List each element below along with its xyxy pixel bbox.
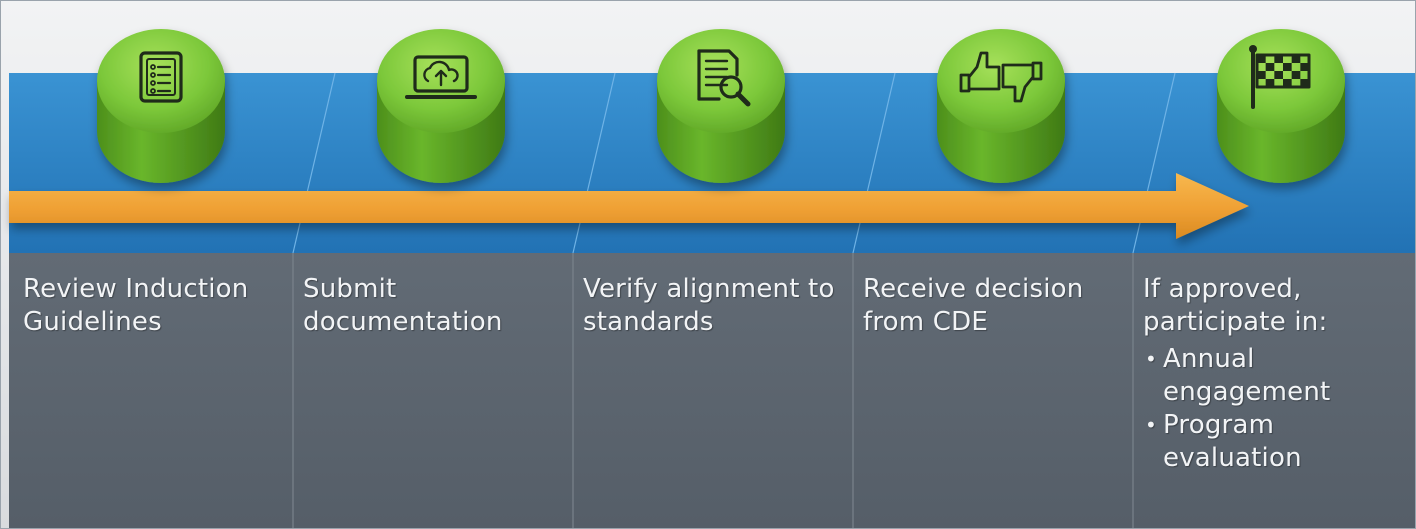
step-title: Receive decision from CDE (863, 274, 1084, 337)
step-title: Review Induction Guidelines (23, 274, 249, 337)
step-label: Verify alignment to standards (583, 273, 845, 339)
bullet-dot-icon: • (1145, 347, 1157, 371)
step-puck (1217, 29, 1345, 183)
bullet-dot-icon: • (1145, 413, 1157, 437)
step-bullet-text: Annual engagement (1163, 344, 1331, 407)
step-label: If approved, participate in: • Annual enga… (1143, 273, 1405, 475)
step-label: Submit documentation (303, 273, 565, 339)
step-bullet: • Program evaluation (1143, 409, 1405, 475)
step-title: If approved, participate in: (1143, 274, 1328, 337)
step-bullet-list: • Annual engagement • Program evaluation (1143, 343, 1405, 475)
step-bullet: • Annual engagement (1143, 343, 1405, 409)
step-puck (937, 29, 1065, 183)
step-label: Review Induction Guidelines (23, 273, 285, 339)
step-title: Submit documentation (303, 274, 503, 337)
process-diagram: Review Induction Guidelines Submit docume… (0, 0, 1416, 529)
step-title: Verify alignment to standards (583, 274, 835, 337)
step-puck (377, 29, 505, 183)
step-bullet-text: Program evaluation (1163, 410, 1302, 473)
step-label: Receive decision from CDE (863, 273, 1125, 339)
